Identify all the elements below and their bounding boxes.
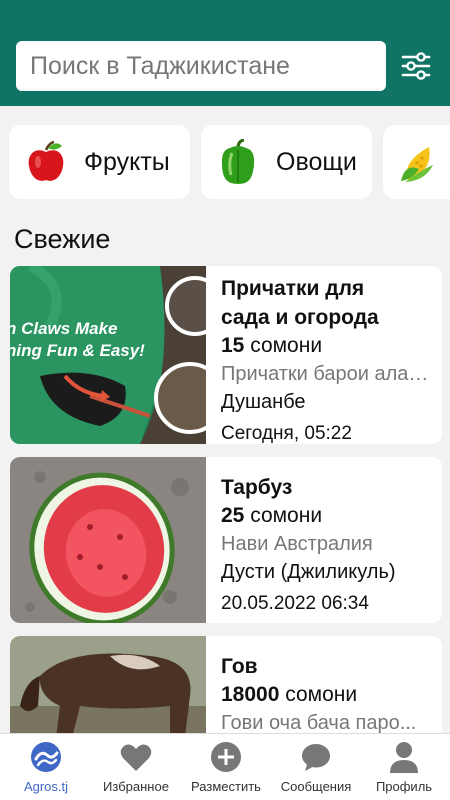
nav-item-favorites[interactable]: Избранное	[91, 734, 181, 800]
plus-circle-icon	[210, 740, 242, 774]
listing-title: Гов	[221, 655, 258, 678]
agros-logo-icon	[30, 740, 62, 774]
image-caption: n Claws Make	[10, 319, 118, 338]
listing-info: Тарбуз 25 сомони Нави Австралия Дусти (Д…	[221, 473, 432, 619]
listing-price: 25 сомони	[221, 504, 323, 527]
section-title: Свежие	[14, 224, 111, 254]
nav-label: Agros.tj	[23, 779, 69, 794]
pepper-icon	[218, 139, 258, 185]
nav-item-post[interactable]: Разместить	[181, 734, 271, 800]
listing-title: Тарбуз	[221, 476, 293, 499]
image-caption: ning Fun & Easy!	[10, 341, 145, 360]
listing-title: сада и огорода	[221, 306, 379, 329]
nav-label: Профиль	[375, 779, 433, 794]
listing-image	[10, 457, 206, 623]
listing-card[interactable]: Тарбуз 25 сомони Нави Австралия Дусти (Д…	[10, 457, 442, 623]
listing-info: Гов 18000 сомони Гови оча бача паро...	[221, 652, 432, 737]
category-label: Фрукты	[84, 147, 170, 176]
nav-label: Разместить	[191, 779, 261, 794]
nav-label: Сообщения	[280, 779, 352, 794]
heart-icon	[120, 740, 152, 774]
chat-icon	[300, 740, 332, 774]
bottom-navigation: Agros.tj Избранное Разместить Сообщения …	[0, 733, 450, 800]
listing-date: Сегодня, 05:22	[221, 423, 352, 444]
listing-location: Дусти (Джиликуль)	[221, 561, 396, 583]
category-fruits[interactable]: Фрукты	[9, 125, 190, 199]
listing-image: n Claws Make ning Fun & Easy!	[10, 266, 206, 444]
category-vegetables[interactable]: Овощи	[201, 125, 372, 199]
listing-price: 18000 сомони	[221, 683, 358, 706]
category-strip: Фрукты Овощи	[0, 125, 450, 199]
category-label: Овощи	[276, 147, 357, 176]
listing-description: Нави Австралия	[221, 533, 373, 555]
search-input[interactable]	[30, 51, 372, 81]
listing-title: Причатки для	[221, 277, 365, 300]
listing-date: 20.05.2022 06:34	[221, 593, 369, 614]
nav-label: Избранное	[103, 779, 169, 794]
filter-icon[interactable]	[398, 46, 434, 86]
person-icon	[389, 740, 419, 774]
nav-item-profile[interactable]: Профиль	[359, 734, 449, 800]
listing-location: Душанбе	[221, 391, 306, 413]
corn-icon	[399, 141, 441, 183]
listing-info: Причатки для сада и огорода 15 сомони Пр…	[221, 274, 432, 444]
category-grains[interactable]	[383, 125, 450, 199]
nav-item-home[interactable]: Agros.tj	[1, 734, 91, 800]
search-bar[interactable]	[16, 41, 386, 91]
listing-price: 15 сомони	[221, 334, 323, 357]
nav-item-messages[interactable]: Сообщения	[271, 734, 361, 800]
apple-icon	[26, 140, 66, 184]
listing-description: Причатки барои алаф...	[221, 363, 432, 385]
listing-card[interactable]: n Claws Make ning Fun & Easy! Причатки д…	[10, 266, 442, 444]
app-header	[0, 0, 450, 106]
